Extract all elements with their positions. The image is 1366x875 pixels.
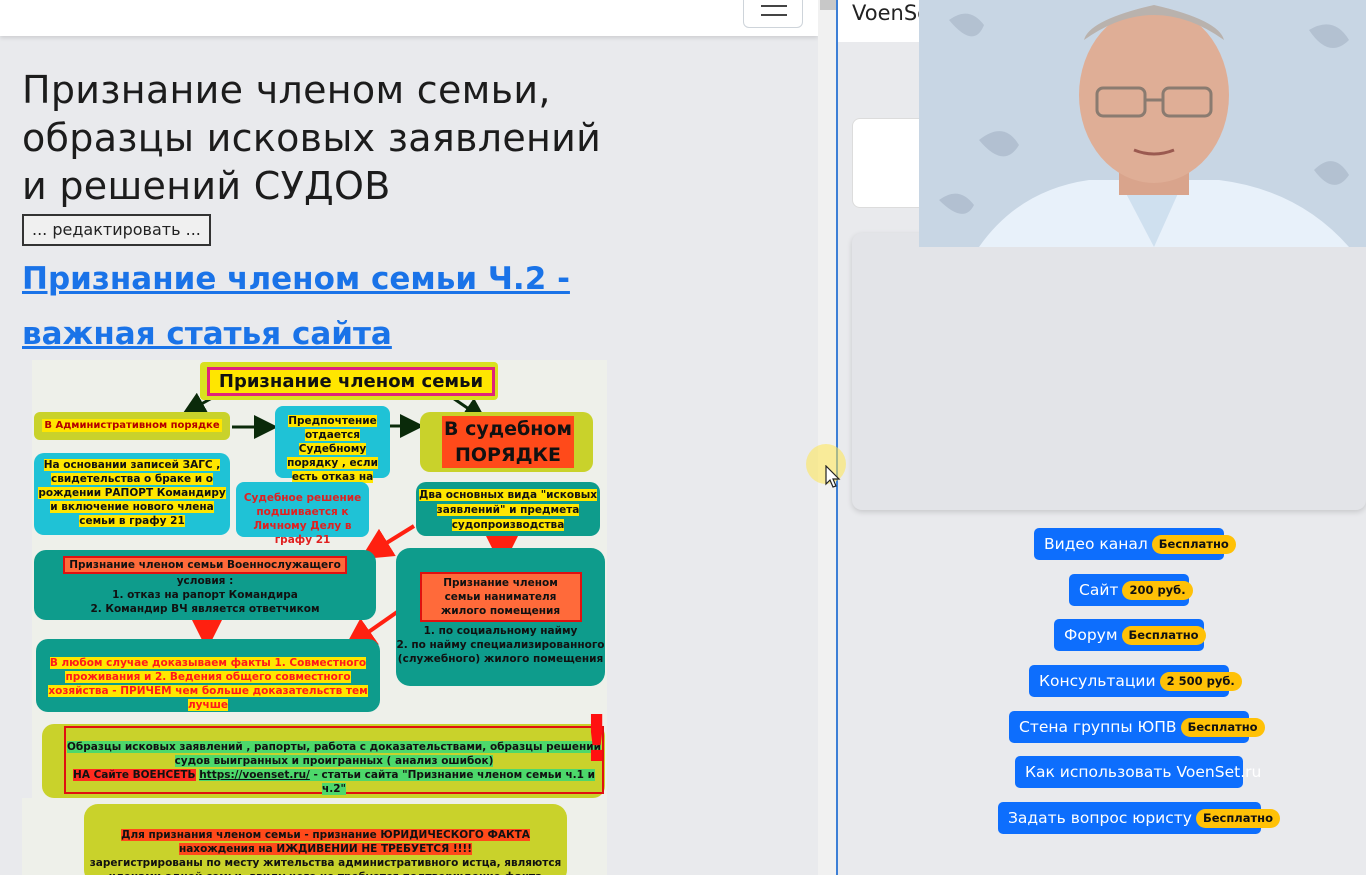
samples-text: Образцы исковых заявлений , рапорты, раб…	[66, 741, 601, 767]
pane-scrollbar[interactable]	[818, 0, 838, 875]
tenant-box: Признание членом семьи нанимателя жилого…	[396, 548, 605, 686]
content-card	[852, 233, 1366, 510]
tenant-condition-2: 2. по найму специализированного (служебн…	[396, 639, 605, 665]
consultations-button[interactable]: Консультации 2 500 руб.	[1029, 665, 1242, 697]
preference-box: Предпочтение отдается Судебному порядку …	[275, 406, 390, 497]
group-wall-label: Стена группы ЮПВ	[1019, 718, 1177, 736]
serviceman-box: Признание членом семьи Военнослужащего у…	[34, 550, 376, 620]
samples-site-label: НА Сайте ВОЕНСЕТЬ	[73, 769, 196, 781]
edit-button[interactable]: ... редактировать ...	[22, 214, 211, 246]
dependency-heading: Для признания членом семьи - признание Ю…	[121, 829, 530, 855]
page-title: Признание членом семьи, образцы исковых …	[22, 68, 602, 208]
webcam-video-overlay	[919, 0, 1366, 247]
article-link[interactable]: Признание членом семьи Ч.2 - важная стат…	[22, 252, 662, 362]
group-wall-badge: Бесплатно	[1180, 718, 1265, 737]
site-button[interactable]: Сайт 200 руб.	[1069, 574, 1193, 606]
forum-button[interactable]: Форум Бесплатно	[1054, 619, 1206, 651]
zags-box: На основании записей ЗАГС , свидетельств…	[34, 453, 230, 535]
dependency-box: Для признания членом семьи - признание Ю…	[84, 804, 567, 875]
tenant-heading: Признание членом семьи нанимателя жилого…	[419, 572, 582, 622]
video-channel-label: Видео канал	[1044, 535, 1148, 553]
ask-lawyer-badge: Бесплатно	[1195, 809, 1280, 828]
ask-lawyer-label: Задать вопрос юристу	[1008, 809, 1192, 827]
left-navbar	[0, 0, 818, 36]
forum-badge: Бесплатно	[1121, 626, 1206, 645]
how-to-use-label: Как использовать VoenSet.ru	[1025, 763, 1262, 781]
serviceman-condition-1: 1. отказ на рапорт Командира	[112, 589, 298, 601]
left-browser-pane: Признание членом семьи, образцы исковых …	[0, 0, 818, 875]
consultations-badge: 2 500 руб.	[1159, 672, 1242, 691]
forum-label: Форум	[1064, 626, 1118, 644]
right-browser-pane: VoenSet Видео канал Бесплатно Сайт 200 р…	[838, 0, 1366, 875]
consultations-label: Консультации	[1039, 672, 1156, 690]
exclamation-mark: !	[582, 703, 612, 777]
scrollbar-thumb[interactable]	[820, 0, 836, 10]
infographic-image: Признание членом семьи В Административно…	[32, 360, 612, 800]
group-wall-button[interactable]: Стена группы ЮПВ Бесплатно	[1009, 711, 1265, 743]
hamburger-menu-icon[interactable]	[743, 0, 803, 28]
video-channel-button[interactable]: Видео канал Бесплатно	[1034, 528, 1236, 560]
facts-box: В любом случае доказываем факты 1. Совме…	[36, 639, 380, 712]
two-types-text: Два основных вида "исковых заявлений" и …	[419, 489, 597, 531]
dependency-body: зарегистрированы по месту жительства адм…	[89, 857, 562, 875]
court-decision-box: Судебное решение подшивается к Личному Д…	[236, 482, 369, 546]
video-channel-badge: Бесплатно	[1151, 535, 1236, 554]
mouse-pointer-icon	[825, 465, 841, 488]
samples-url-link[interactable]: https://voenset.ru/	[199, 769, 310, 781]
ask-lawyer-button[interactable]: Задать вопрос юристу Бесплатно	[998, 802, 1280, 834]
samples-box: Образцы исковых заявлений , рапорты, раб…	[64, 726, 604, 795]
court-procedure-text: В судебном ПОРЯДКЕ	[442, 416, 574, 468]
serviceman-condition-2: 2. Командир ВЧ является ответчиком	[90, 603, 320, 615]
webcam-person-image	[919, 0, 1366, 247]
serviceman-heading: Признание членом семьи Военнослужащего	[63, 556, 347, 574]
how-to-use-button[interactable]: Как использовать VoenSet.ru	[1015, 756, 1261, 788]
serviceman-condition-label: условия :	[176, 575, 234, 587]
admin-procedure-text: В Административном порядке	[42, 419, 222, 432]
facts-text: В любом случае доказываем факты 1. Совме…	[48, 657, 368, 711]
two-types-box: Два основных вида "исковых заявлений" и …	[416, 482, 600, 536]
infographic-image-2: Для признания членом семьи - признание Ю…	[22, 798, 607, 875]
admin-procedure-box: В Административном порядке	[34, 412, 230, 440]
infographic-title: Признание членом семьи	[207, 367, 495, 396]
site-label: Сайт	[1079, 581, 1119, 599]
zags-text: На основании записей ЗАГС , свидетельств…	[38, 459, 226, 527]
site-badge: 200 руб.	[1122, 581, 1193, 600]
tenant-condition-1: 1. по социальному найму	[423, 625, 578, 637]
samples-articles-text: - статьи сайта "Признание членом семьи ч…	[309, 769, 595, 795]
